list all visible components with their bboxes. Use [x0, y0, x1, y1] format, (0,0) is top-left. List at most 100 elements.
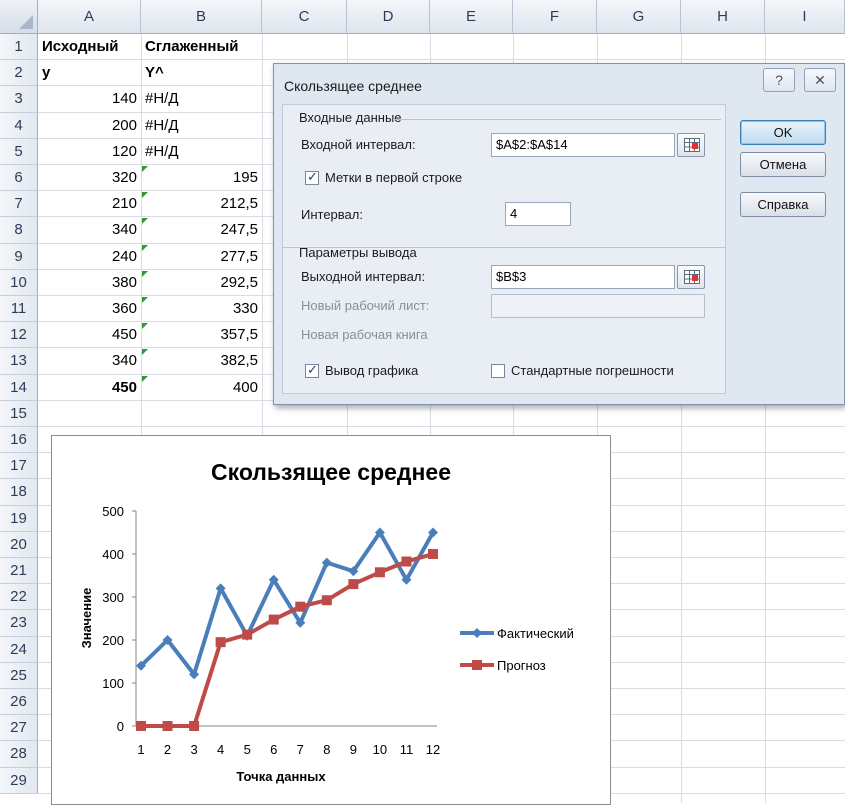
- help-text-button[interactable]: Справка: [740, 192, 826, 217]
- output-range-field[interactable]: $B$3: [491, 265, 675, 289]
- row-header-13[interactable]: 13: [0, 348, 38, 375]
- column-header-e[interactable]: E: [430, 0, 513, 34]
- row-header-8[interactable]: 8: [0, 217, 38, 244]
- cell-b12[interactable]: 357,5: [141, 322, 262, 348]
- cell-b2[interactable]: Y^: [141, 60, 262, 86]
- column-header-h[interactable]: H: [681, 0, 765, 34]
- row-header-5[interactable]: 5: [0, 138, 38, 165]
- cell-a10[interactable]: 380: [38, 270, 141, 296]
- chart-title: Скользящее среднее: [211, 459, 451, 485]
- x-tick-label: 6: [270, 742, 277, 757]
- row-header-26[interactable]: 26: [0, 689, 38, 716]
- row-header-19[interactable]: 19: [0, 505, 38, 532]
- select-all-corner[interactable]: [0, 0, 38, 34]
- row-header-28[interactable]: 28: [0, 741, 38, 768]
- column-header-b[interactable]: B: [141, 0, 262, 34]
- row-header-23[interactable]: 23: [0, 610, 38, 637]
- row-header-10[interactable]: 10: [0, 269, 38, 296]
- cell-b11[interactable]: 330: [141, 296, 262, 322]
- cell-b5[interactable]: #Н/Д: [141, 139, 262, 165]
- cell-b8[interactable]: 247,5: [141, 217, 262, 243]
- interval-field[interactable]: 4: [505, 202, 571, 226]
- row-header-15[interactable]: 15: [0, 400, 38, 427]
- cell-a2[interactable]: y: [38, 60, 141, 86]
- row-header-25[interactable]: 25: [0, 662, 38, 689]
- column-header-f[interactable]: F: [513, 0, 597, 34]
- row-header-9[interactable]: 9: [0, 243, 38, 270]
- cell-b13[interactable]: 382,5: [141, 348, 262, 374]
- ok-button[interactable]: OK: [740, 120, 826, 145]
- row-header-2[interactable]: 2: [0, 60, 38, 87]
- moving-average-chart[interactable]: Скользящее среднее 0 100 200 300 400 500 1 2 3 4 5 6…: [51, 435, 611, 805]
- row-header-4[interactable]: 4: [0, 112, 38, 139]
- column-header-c[interactable]: C: [262, 0, 347, 34]
- cell-b4[interactable]: #Н/Д: [141, 113, 262, 139]
- cell-a12[interactable]: 450: [38, 322, 141, 348]
- cell-b3[interactable]: #Н/Д: [141, 86, 262, 112]
- range-select-icon: [684, 270, 700, 284]
- column-header-i[interactable]: I: [765, 0, 845, 34]
- error-indicator-icon: [142, 192, 148, 199]
- cell-a9[interactable]: 240: [38, 244, 141, 270]
- cell-b9[interactable]: 277,5: [141, 244, 262, 270]
- help-button[interactable]: ?: [763, 68, 795, 92]
- row-header-3[interactable]: 3: [0, 86, 38, 113]
- cancel-button[interactable]: Отмена: [740, 152, 826, 177]
- row-header-14[interactable]: 14: [0, 374, 38, 401]
- chart-output-checkbox[interactable]: [305, 362, 319, 378]
- cell-a11[interactable]: 360: [38, 296, 141, 322]
- column-header-d[interactable]: D: [347, 0, 430, 34]
- cell-b10[interactable]: 292,5: [141, 270, 262, 296]
- cell-a7[interactable]: 210: [38, 191, 141, 217]
- row-header-7[interactable]: 7: [0, 191, 38, 218]
- labels-first-row-checkbox[interactable]: [305, 169, 319, 185]
- data-point-2: [162, 721, 173, 731]
- close-button[interactable]: ✕: [804, 68, 836, 92]
- cell-a3[interactable]: 140: [38, 86, 141, 112]
- cell-a13[interactable]: 340: [38, 348, 141, 374]
- cell-b6[interactable]: 195: [141, 165, 262, 191]
- cell-a6[interactable]: 320: [38, 165, 141, 191]
- close-icon: ✕: [814, 72, 826, 88]
- row-header-20[interactable]: 20: [0, 531, 38, 558]
- row-header-22[interactable]: 22: [0, 584, 38, 611]
- row-header-1[interactable]: 1: [0, 34, 38, 61]
- row-header-24[interactable]: 24: [0, 636, 38, 663]
- data-point-2: [136, 721, 146, 731]
- input-range-field[interactable]: $A$2:$A$14: [491, 133, 675, 157]
- row-header-17[interactable]: 17: [0, 453, 38, 480]
- cell-b1[interactable]: Сглаженный: [141, 34, 262, 60]
- y-tick-label: 400: [102, 547, 124, 562]
- error-indicator-icon: [142, 349, 148, 356]
- row-header-18[interactable]: 18: [0, 479, 38, 506]
- std-errors-checkbox[interactable]: [491, 364, 505, 378]
- dialog-body: Входные данные Входной интервал: $A$2:$A…: [282, 104, 726, 394]
- output-range-ref-button[interactable]: [677, 265, 705, 289]
- input-range-ref-button[interactable]: [677, 133, 705, 157]
- cell-a4[interactable]: 200: [38, 113, 141, 139]
- row-header-29[interactable]: 29: [0, 767, 38, 794]
- x-tick-label: 9: [350, 742, 357, 757]
- y-tick-label: 0: [117, 719, 124, 734]
- new-sheet-field[interactable]: [491, 294, 705, 318]
- input-range-label: Входной интервал:: [301, 137, 416, 152]
- data-point-2: [321, 595, 332, 606]
- column-header-a[interactable]: A: [38, 0, 141, 34]
- row-header-21[interactable]: 21: [0, 558, 38, 585]
- column-header-g[interactable]: G: [597, 0, 681, 34]
- x-tick-label: 12: [426, 742, 440, 757]
- row-header-6[interactable]: 6: [0, 165, 38, 192]
- output-range-label: Выходной интервал:: [301, 269, 426, 284]
- row-header-11[interactable]: 11: [0, 296, 38, 323]
- row-header-12[interactable]: 12: [0, 322, 38, 349]
- cell-a14[interactable]: 450: [38, 375, 141, 401]
- cell-b14[interactable]: 400: [141, 375, 262, 401]
- data-point-2: [215, 637, 226, 648]
- cell-a1[interactable]: Исходный: [38, 34, 141, 60]
- cell-b7[interactable]: 212,5: [141, 191, 262, 217]
- data-point-2: [348, 579, 359, 590]
- row-header-27[interactable]: 27: [0, 715, 38, 742]
- cell-a5[interactable]: 120: [38, 139, 141, 165]
- cell-a8[interactable]: 340: [38, 217, 141, 243]
- row-header-16[interactable]: 16: [0, 427, 38, 454]
